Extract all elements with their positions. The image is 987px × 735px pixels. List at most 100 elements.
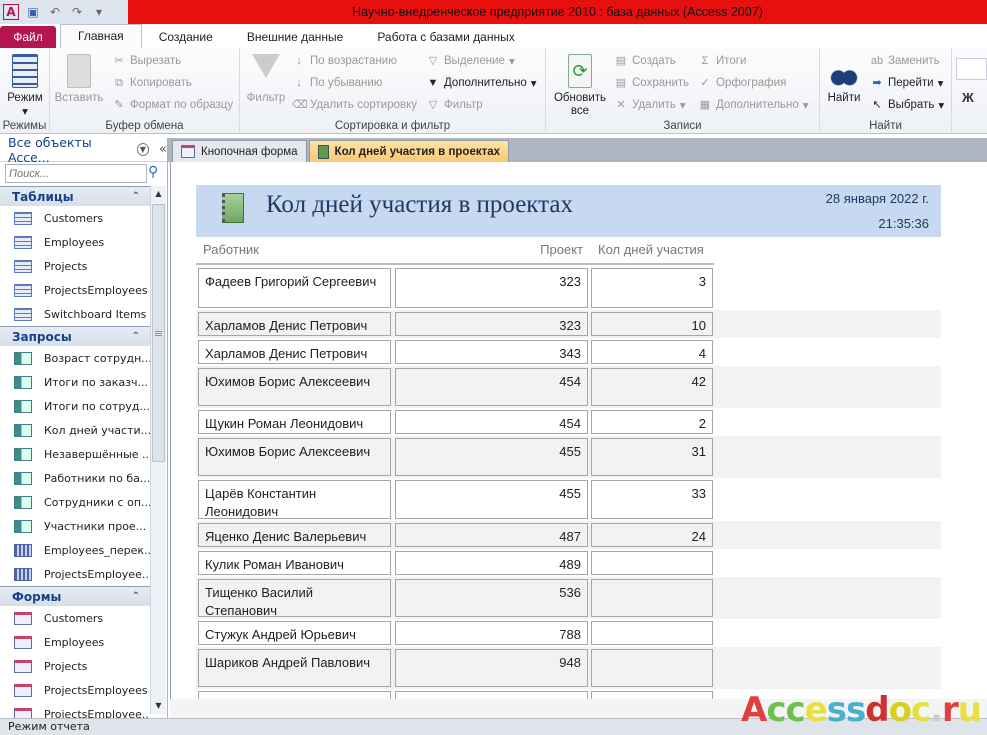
goto-button[interactable]: ➡ Перейти ▾ <box>870 76 943 90</box>
select-button[interactable]: ↖ Выбрать ▾ <box>870 98 944 112</box>
nav-item[interactable]: Кол дней участи... <box>0 418 150 442</box>
tab-database-tools[interactable]: Работа с базами данных <box>360 26 531 48</box>
nav-item[interactable]: Незавершённые ... <box>0 442 150 466</box>
font-name-select[interactable] <box>956 58 987 80</box>
tab-external-data[interactable]: Внешние данные <box>230 26 361 48</box>
totals-button[interactable]: Σ Итоги <box>698 54 747 68</box>
doc-tab-switchboard[interactable]: Кнопочная форма <box>172 140 307 162</box>
nav-item[interactable]: ProjectsEmployees <box>0 678 150 702</box>
customize-qat-icon[interactable]: ▾ <box>91 4 107 20</box>
project-cell: 487 <box>395 523 588 547</box>
undo-icon[interactable]: ↶ <box>47 4 63 20</box>
bold-button[interactable]: Ж <box>962 90 974 105</box>
copy-button[interactable]: ⧉ Копировать <box>112 76 192 90</box>
query-icon <box>14 543 32 557</box>
days-cell: 4 <box>591 340 713 364</box>
refresh-all-button[interactable]: ⟳ Обновить все <box>550 54 610 118</box>
collapse-chevron-icon[interactable]: ⌃ <box>132 591 140 602</box>
advanced-filter-button[interactable]: ▼ Дополнительно ▾ <box>426 76 537 90</box>
employee-cell: Харламов Денис Петрович <box>198 312 391 336</box>
nav-section-header[interactable]: Формы ⌃ <box>0 586 150 606</box>
remove-sort-button[interactable]: ⌫ Удалить сортировку <box>292 98 417 112</box>
replace-button[interactable]: ab Заменить <box>870 54 940 68</box>
project-cell: 323 <box>395 312 588 336</box>
report-icon <box>317 144 329 159</box>
doc-tab-report[interactable]: Кол дней участия в проектах <box>308 140 510 162</box>
view-button[interactable]: Режим ▾ <box>4 54 46 118</box>
tab-file[interactable]: Файл <box>0 26 56 48</box>
group-sort-filter: Фильтр ↓ По возрастанию ↓ По убыванию ⌫ Уда… <box>240 48 546 134</box>
project-cell: 788 <box>395 621 588 645</box>
selection-button[interactable]: ▽ Выделение ▾ <box>426 54 515 68</box>
filter-button[interactable]: Фильтр <box>246 54 286 104</box>
nav-item[interactable]: ProjectsEmployee... <box>0 562 150 586</box>
table-row: Фадеев Григорий Сергеевич 323 3 <box>196 266 941 310</box>
quick-access-toolbar: A ▣ ↶ ↷ ▾ <box>0 0 128 24</box>
format-painter-button[interactable]: ✎ Формат по образцу <box>112 98 233 112</box>
nav-item[interactable]: Customers <box>0 606 150 630</box>
nav-section-header[interactable]: Таблицы ⌃ <box>0 186 150 206</box>
nav-item-label: Employees <box>44 635 105 649</box>
scroll-up-icon[interactable]: ▲ <box>151 186 166 202</box>
scroll-thumb[interactable]: ≡ <box>152 204 165 462</box>
toggle-filter-button[interactable]: ▽ Фильтр <box>426 98 483 112</box>
delete-label: Удалить <box>632 99 676 111</box>
save-icon[interactable]: ▣ <box>25 4 41 20</box>
nav-item[interactable]: Итоги по заказч... <box>0 370 150 394</box>
report-time: 21:35:36 <box>878 216 929 231</box>
nav-item[interactable]: Сотрудники с оп... <box>0 490 150 514</box>
sort-ascending-button[interactable]: ↓ По возрастанию <box>292 54 397 68</box>
days-cell: 31 <box>591 438 713 476</box>
new-record-button[interactable]: ▤ Создать <box>614 54 676 68</box>
nav-item[interactable]: Employees <box>0 230 150 254</box>
nav-section-title: Таблицы <box>12 189 74 204</box>
nav-scrollbar[interactable]: ▲ ≡ ▼ <box>150 186 166 714</box>
nav-item-label: ProjectsEmployees <box>44 283 148 297</box>
column-header-project: Проект <box>540 242 583 257</box>
nav-item[interactable]: Employees_перек... <box>0 538 150 562</box>
query-icon <box>14 471 32 485</box>
nav-item[interactable]: ProjectsEmployees <box>0 278 150 302</box>
scroll-down-icon[interactable]: ▼ <box>151 698 166 714</box>
save-record-button[interactable]: ▤ Сохранить <box>614 76 689 90</box>
nav-item[interactable]: Возраст сотрудн... <box>0 346 150 370</box>
watermark-letter: s <box>826 690 847 730</box>
nav-item[interactable]: Employees <box>0 630 150 654</box>
nav-item[interactable]: Работники по ба... <box>0 466 150 490</box>
table-row: Щукин Роман Леонидович 454 2 <box>196 408 941 436</box>
form-icon <box>14 683 32 697</box>
title-bar: A ▣ ↶ ↷ ▾ Научно-внедренческое предприят… <box>0 0 987 24</box>
nav-item[interactable]: Switchboard Items <box>0 302 150 326</box>
delete-record-button[interactable]: ✕ Удалить ▾ <box>614 98 685 112</box>
watermark-logo: Accessdoc.ru <box>741 690 982 730</box>
employee-cell: Тищенко Василий Степанович <box>198 579 391 618</box>
nav-header[interactable]: Все объекты Acce... ▼ « <box>0 135 167 165</box>
tab-home[interactable]: Главная <box>60 24 142 48</box>
find-button[interactable]: Найти <box>824 54 864 104</box>
refresh-label: Обновить все <box>553 92 607 117</box>
redo-icon[interactable]: ↷ <box>69 4 85 20</box>
advanced-label: Дополнительно <box>444 77 527 89</box>
sort-descending-button[interactable]: ↓ По убыванию <box>292 76 382 90</box>
nav-item[interactable]: Projects <box>0 654 150 678</box>
employee-cell: Яценко Денис Валерьевич <box>198 523 391 547</box>
nav-item[interactable]: Итоги по сотруд... <box>0 394 150 418</box>
nav-item[interactable]: Projects <box>0 254 150 278</box>
nav-section-header[interactable]: Запросы ⌃ <box>0 326 150 346</box>
more-records-button[interactable]: ▦ Дополнительно ▾ <box>698 98 809 112</box>
nav-item-label: Возраст сотрудн... <box>44 351 150 365</box>
cut-button[interactable]: ✂ Вырезать <box>112 54 181 68</box>
nav-search-input[interactable] <box>5 164 147 183</box>
collapse-chevron-icon[interactable]: ⌃ <box>132 191 140 202</box>
search-icon[interactable]: ⚲ <box>148 164 158 180</box>
spelling-button[interactable]: ✓ Орфография <box>698 76 786 90</box>
nav-menu-chevron-icon[interactable]: ▼ <box>136 143 150 156</box>
collapse-chevron-icon[interactable]: ⌃ <box>132 331 140 342</box>
nav-item[interactable]: Участники прое... <box>0 514 150 538</box>
tab-create[interactable]: Создание <box>142 26 230 48</box>
project-cell: 489 <box>395 551 588 575</box>
collapse-pane-icon[interactable]: « <box>159 142 167 157</box>
nav-item[interactable]: Customers <box>0 206 150 230</box>
project-cell: 454 <box>395 410 588 434</box>
paste-button[interactable]: Вставить <box>54 54 104 104</box>
